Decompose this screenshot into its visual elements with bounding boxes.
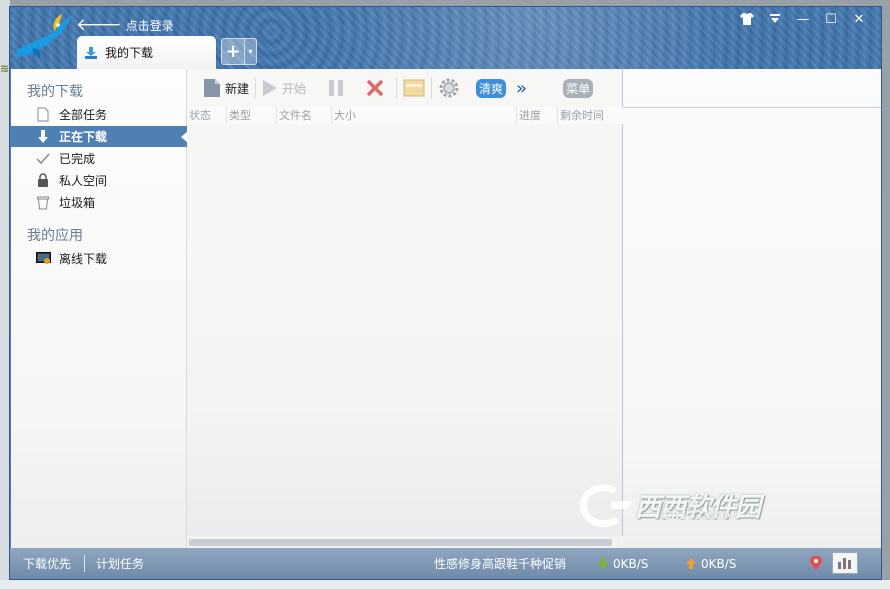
close-button[interactable]: ✕: [845, 10, 873, 28]
toolbar-divider: [255, 77, 257, 99]
play-icon: [262, 79, 278, 97]
main-menu-button[interactable]: [761, 10, 789, 28]
hummingbird-logo-icon: [16, 14, 72, 59]
task-list-pane: 新建 开始 清爽 » 菜单 状态 类型 文件名 大小 进度 剩余时间: [187, 69, 623, 548]
scheduled-tasks-button[interactable]: 计划任务: [96, 548, 144, 579]
upload-speed-icon: [686, 558, 696, 569]
column-type[interactable]: 类型: [227, 107, 277, 124]
sidebar: 我的下载 全部任务 正在下载 已完成 私人空间 垃圾箱 我的应用 离线下载: [11, 69, 188, 548]
horizontal-scrollbar[interactable]: [187, 536, 623, 548]
download-speed-value: 0KB/S: [613, 556, 649, 571]
watermark-subtext: CR173.COM: [663, 509, 736, 522]
sidebar-item-all-tasks[interactable]: 全部任务: [11, 104, 187, 125]
menu-arrow-icon: [770, 14, 780, 23]
sidebar-item-label: 离线下载: [59, 252, 108, 266]
upload-speed-value: 0KB/S: [701, 556, 737, 571]
download-speed: 0KB/S: [598, 548, 648, 579]
detail-pane: [623, 69, 881, 548]
gear-icon: [438, 77, 460, 99]
download-tab-icon: [83, 45, 99, 61]
sidebar-item-completed[interactable]: 已完成: [11, 148, 187, 169]
watermark: 西西软件园 CR173.COM: [571, 481, 761, 529]
sidebar-item-label: 私人空间: [59, 174, 108, 188]
toolbar-divider: [431, 77, 433, 99]
sidebar-item-label: 正在下载: [59, 130, 108, 144]
document-icon: [35, 107, 51, 123]
lock-icon: [35, 173, 51, 189]
speed-chart-button[interactable]: [832, 552, 858, 574]
sidebar-item-downloading[interactable]: 正在下载: [11, 126, 188, 147]
sidebar-item-trash[interactable]: 垃圾箱: [11, 192, 187, 213]
column-filename[interactable]: 文件名: [277, 107, 332, 124]
download-speed-icon: [598, 558, 608, 569]
download-arrow-icon: [35, 129, 51, 145]
new-task-label: 新建: [225, 81, 250, 96]
menu-label: 菜单: [563, 78, 594, 98]
location-button[interactable]: [810, 548, 822, 579]
settings-button[interactable]: [438, 74, 460, 102]
column-size[interactable]: 大小: [332, 107, 517, 124]
start-button[interactable]: 开始: [262, 74, 306, 102]
menu-button[interactable]: 菜单: [563, 74, 594, 102]
toolbar-divider: [396, 77, 398, 99]
trash-icon: [35, 195, 51, 211]
clear-mode-label: 清爽: [476, 78, 507, 98]
column-headers: 状态 类型 文件名 大小 进度 剩余时间: [187, 107, 623, 124]
tab-my-downloads[interactable]: 我的下载: [77, 36, 216, 69]
sidebar-item-label: 垃圾箱: [59, 196, 96, 210]
bar-chart-icon: [838, 558, 851, 569]
start-label: 开始: [282, 81, 307, 96]
column-remaining-time[interactable]: 剩余时间: [558, 107, 623, 124]
sidebar-section-my-downloads: 我的下载: [27, 84, 83, 100]
sidebar-item-label: 已完成: [59, 152, 96, 166]
new-document-icon: [203, 78, 221, 98]
sidebar-section-my-apps: 我的应用: [27, 228, 83, 244]
detail-divider: [623, 107, 881, 108]
sidebar-item-private-space[interactable]: 私人空间: [11, 170, 187, 191]
status-divider: [84, 555, 85, 572]
add-tab-button[interactable]: +: [221, 38, 245, 65]
sidebar-item-offline-download[interactable]: 离线下载: [11, 248, 187, 269]
download-priority-button[interactable]: 下载优先: [23, 548, 71, 579]
checkmark-icon: [35, 151, 51, 167]
new-task-button[interactable]: 新建: [203, 74, 249, 102]
column-progress[interactable]: 进度: [517, 107, 558, 124]
scrollbar-thumb[interactable]: [189, 539, 612, 546]
open-folder-button[interactable]: [403, 74, 425, 102]
tab-label: 我的下载: [105, 46, 154, 60]
desktop-taskbar-fragment: [0, 580, 890, 589]
shirt-icon: [740, 13, 754, 25]
more-tools-button[interactable]: »: [516, 74, 527, 102]
maximize-button[interactable]: ☐: [817, 10, 845, 28]
ad-link[interactable]: 性感修身高跟鞋千种促销: [434, 548, 566, 579]
offline-download-icon: [35, 251, 51, 267]
back-arrow-icon: 🡐: [76, 14, 122, 35]
folder-icon: [403, 79, 425, 97]
desktop-fragment: ≋: [0, 62, 10, 75]
watermark-logo-icon: [580, 484, 633, 528]
sidebar-item-label: 全部任务: [59, 108, 108, 122]
skin-button[interactable]: [733, 10, 761, 28]
map-pin-icon: [810, 556, 822, 570]
delete-button[interactable]: [366, 74, 384, 102]
column-status[interactable]: 状态: [187, 107, 227, 124]
title-bar: 🡐 点击登录 我的下载 + ▾ — ☐ ✕: [10, 7, 881, 69]
upload-speed: 0KB/S: [686, 548, 736, 579]
main-content: 我的下载 全部任务 正在下载 已完成 私人空间 垃圾箱 我的应用 离线下载 新建…: [11, 69, 881, 548]
pause-icon: [328, 79, 344, 97]
delete-x-icon: [366, 79, 384, 97]
login-link[interactable]: 🡐 点击登录: [76, 15, 174, 35]
pause-button[interactable]: [328, 74, 344, 102]
window-controls: — ☐ ✕: [733, 10, 873, 28]
login-label: 点击登录: [125, 18, 174, 33]
thunder-window: 🡐 点击登录 我的下载 + ▾ — ☐ ✕ 我的下载 全部任务 正在下载 已完成…: [9, 6, 882, 580]
clear-mode-button[interactable]: 清爽: [476, 74, 507, 102]
status-bar: 下载优先 计划任务 性感修身高跟鞋千种促销 0KB/S 0KB/S: [10, 548, 881, 579]
tab-dropdown-button[interactable]: ▾: [245, 38, 257, 65]
minimize-button[interactable]: —: [789, 10, 817, 28]
toolbar: 新建 开始 清爽 » 菜单: [187, 69, 623, 107]
